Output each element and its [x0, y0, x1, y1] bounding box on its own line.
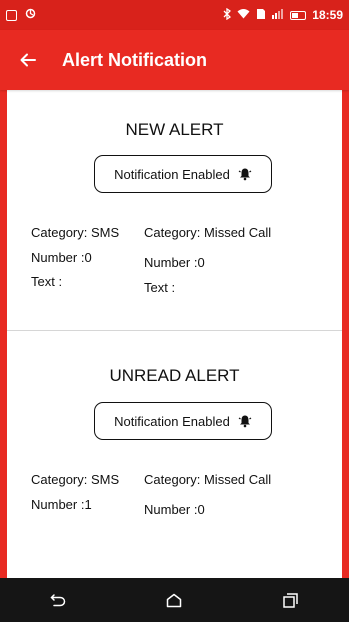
- home-icon[interactable]: [154, 580, 194, 620]
- new-sms-number: Number :0: [31, 250, 92, 265]
- new-missed-call-text: Text :: [144, 280, 176, 295]
- back-nav-icon[interactable]: [38, 580, 78, 620]
- new-sms-category: Category: SMS: [31, 225, 120, 240]
- notification-button-label: Notification Enabled: [114, 166, 230, 182]
- unread-alert-section: UNREAD ALERT Notification Enabled Catego…: [7, 331, 342, 578]
- unread-missed-call-category: Category: Missed Call: [144, 472, 272, 487]
- unread-sms-category: Category: SMS: [31, 472, 120, 487]
- wifi-icon: [237, 8, 250, 22]
- unread-sms-number: Number :1: [31, 497, 92, 512]
- notification-button-label: Notification Enabled: [114, 413, 230, 429]
- page-title: Alert Notification: [62, 49, 208, 70]
- new-alert-section: NEW ALERT Notification Enabled Category:…: [7, 90, 342, 330]
- unread-alert-title: UNREAD ALERT: [109, 366, 240, 385]
- new-alert-notification-button[interactable]: Notification Enabled: [94, 155, 272, 193]
- status-bar: 18:59: [0, 0, 349, 30]
- sim-icon: [256, 8, 266, 23]
- unread-alert-notification-button[interactable]: Notification Enabled: [94, 402, 272, 440]
- arrow-left-icon[interactable]: [16, 48, 40, 72]
- recent-apps-icon[interactable]: [271, 580, 311, 620]
- bell-ring-icon: [238, 414, 252, 428]
- screen-mirror-icon: [6, 9, 17, 21]
- new-alert-title: NEW ALERT: [125, 120, 224, 139]
- battery-icon: [290, 10, 307, 20]
- system-nav-bar: [0, 578, 349, 622]
- new-missed-call-number: Number :0: [144, 255, 205, 270]
- bluetooth-icon: [223, 7, 232, 23]
- app-bar: Alert Notification: [0, 30, 349, 90]
- status-time: 18:59: [312, 8, 343, 22]
- unread-missed-call-number: Number :0: [144, 502, 205, 517]
- new-missed-call-category: Category: Missed Call: [144, 225, 272, 240]
- sync-icon: [25, 8, 36, 22]
- new-sms-text: Text :: [31, 274, 63, 289]
- signal-icon: [272, 8, 284, 22]
- bell-ring-icon: [238, 167, 252, 181]
